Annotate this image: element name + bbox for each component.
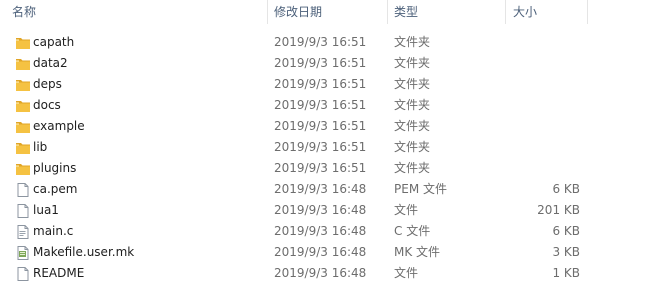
file-name: data2: [33, 56, 68, 70]
file-row-lua1[interactable]: lua1 2019/9/3 16:48 文件 201 KB: [0, 200, 663, 221]
mk-file-icon: [15, 245, 31, 261]
column-divider[interactable]: [387, 0, 388, 24]
file-list: capath 2019/9/3 16:51 文件夹 data2 2019/9/3 16:…: [0, 32, 663, 284]
file-modified-date: 2019/9/3 16:51: [274, 161, 367, 175]
file-size: 6 KB: [552, 182, 580, 196]
column-divider[interactable]: [267, 0, 268, 24]
column-header-modified[interactable]: 修改日期: [274, 0, 322, 24]
file-name: plugins: [33, 161, 77, 175]
file-name: deps: [33, 77, 62, 91]
column-header-name[interactable]: 名称: [12, 0, 36, 24]
file-size: 201 KB: [537, 203, 580, 217]
file-type: 文件夹: [394, 119, 431, 133]
file-type: 文件夹: [394, 77, 431, 91]
folder-icon: [15, 140, 31, 156]
file-row-ca-pem[interactable]: ca.pem 2019/9/3 16:48 PEM 文件 6 KB: [0, 179, 663, 200]
file-size: [510, 95, 580, 116]
file-row-docs[interactable]: docs 2019/9/3 16:51 文件夹: [0, 95, 663, 116]
file-name: ca.pem: [33, 182, 78, 196]
file-modified-date: 2019/9/3 16:48: [274, 266, 367, 280]
file-type: PEM 文件: [394, 182, 447, 196]
file-size: [510, 116, 580, 137]
file-modified-date: 2019/9/3 16:48: [274, 203, 367, 217]
file-size: [510, 158, 580, 179]
file-type: 文件: [394, 203, 419, 217]
file-modified-date: 2019/9/3 16:51: [274, 35, 367, 49]
file-row-main-c[interactable]: main.c 2019/9/3 16:48 C 文件 6 KB: [0, 221, 663, 242]
folder-icon: [15, 119, 31, 135]
file-row-example[interactable]: example 2019/9/3 16:51 文件夹: [0, 116, 663, 137]
column-divider[interactable]: [505, 0, 506, 24]
c-file-icon: [15, 224, 31, 240]
column-header-type[interactable]: 类型: [394, 0, 418, 24]
file-row-data2[interactable]: data2 2019/9/3 16:51 文件夹: [0, 53, 663, 74]
file-icon: [15, 182, 31, 198]
file-modified-date: 2019/9/3 16:48: [274, 182, 367, 196]
file-size: 6 KB: [552, 224, 580, 238]
file-type: C 文件: [394, 224, 431, 238]
folder-icon: [15, 35, 31, 51]
file-type: 文件: [394, 266, 419, 280]
file-name: lua1: [33, 203, 59, 217]
file-size: 1 KB: [552, 266, 580, 280]
sort-ascending-icon: ^: [134, 0, 142, 7]
file-modified-date: 2019/9/3 16:51: [274, 140, 367, 154]
file-row-makefile-user-mk[interactable]: Makefile.user.mk 2019/9/3 16:48 MK 文件 3 KB: [0, 242, 663, 263]
file-icon: [15, 203, 31, 219]
file-modified-date: 2019/9/3 16:51: [274, 77, 367, 91]
file-icon: [15, 266, 31, 282]
file-name: example: [33, 119, 85, 133]
file-modified-date: 2019/9/3 16:51: [274, 98, 367, 112]
file-row-plugins[interactable]: plugins 2019/9/3 16:51 文件夹: [0, 158, 663, 179]
file-name: docs: [33, 98, 61, 112]
file-name: main.c: [33, 224, 74, 238]
file-name: capath: [33, 35, 75, 49]
file-modified-date: 2019/9/3 16:51: [274, 119, 367, 133]
column-divider[interactable]: [587, 0, 588, 24]
file-row-capath[interactable]: capath 2019/9/3 16:51 文件夹: [0, 32, 663, 53]
file-explorer: 名称 ^ 修改日期 类型 大小 capath 2019/9/3 16:51 文件夹 d…: [0, 0, 663, 308]
file-row-lib[interactable]: lib 2019/9/3 16:51 文件夹: [0, 137, 663, 158]
folder-icon: [15, 161, 31, 177]
folder-icon: [15, 77, 31, 93]
file-type: 文件夹: [394, 35, 431, 49]
file-size: [510, 32, 580, 53]
column-header-size[interactable]: 大小: [513, 0, 537, 24]
folder-icon: [15, 98, 31, 114]
file-size: 3 KB: [552, 245, 580, 259]
file-name: README: [33, 266, 85, 280]
file-name: Makefile.user.mk: [33, 245, 135, 259]
file-modified-date: 2019/9/3 16:48: [274, 245, 367, 259]
file-size: [510, 53, 580, 74]
file-modified-date: 2019/9/3 16:51: [274, 56, 367, 70]
file-modified-date: 2019/9/3 16:48: [274, 224, 367, 238]
column-header-bar: 名称 ^ 修改日期 类型 大小: [0, 0, 663, 24]
file-row-readme[interactable]: README 2019/9/3 16:48 文件 1 KB: [0, 263, 663, 284]
folder-icon: [15, 56, 31, 72]
file-type: MK 文件: [394, 245, 441, 259]
file-size: [510, 137, 580, 158]
file-row-deps[interactable]: deps 2019/9/3 16:51 文件夹: [0, 74, 663, 95]
file-name: lib: [33, 140, 48, 154]
file-type: 文件夹: [394, 140, 431, 154]
file-type: 文件夹: [394, 56, 431, 70]
file-type: 文件夹: [394, 161, 431, 175]
file-type: 文件夹: [394, 98, 431, 112]
file-size: [510, 74, 580, 95]
